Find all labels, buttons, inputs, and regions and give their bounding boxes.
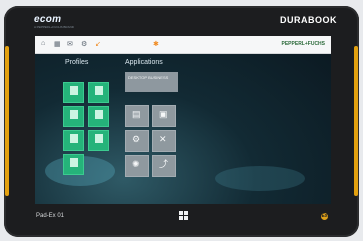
windows-logo-pane xyxy=(179,211,183,215)
profile-tile[interactable] xyxy=(63,154,84,175)
arrow-icon[interactable]: ↙ xyxy=(95,40,101,48)
right-bumper xyxy=(354,46,358,196)
app-tile[interactable]: ▣ xyxy=(152,105,176,127)
gear-icon[interactable]: ⚙ xyxy=(81,40,87,48)
profile-tile[interactable] xyxy=(88,130,109,151)
app-tile[interactable]: ⤴ xyxy=(152,155,176,177)
desktop-business-tile[interactable]: DESKTOP BUSINESS xyxy=(125,72,178,92)
profile-tile[interactable] xyxy=(88,82,109,103)
app-tile[interactable]: ▤ xyxy=(125,105,149,127)
profile-tile[interactable] xyxy=(88,106,109,127)
profile-icon xyxy=(95,86,103,95)
mail-icon[interactable]: ✉ xyxy=(67,40,73,48)
profile-icon xyxy=(70,134,78,143)
profile-tile[interactable] xyxy=(63,82,84,103)
gear-alt-icon: ✺ xyxy=(132,159,140,169)
app-topbar: ⌂ ▦ ✉ ⚙ ↙ ✱ PEPPERL+FUCHS xyxy=(35,36,331,54)
ex-certification-mark: Ex xyxy=(321,213,328,220)
app-tile[interactable]: ✺ xyxy=(125,155,149,177)
profile-tile[interactable] xyxy=(63,130,84,151)
document-icon: ▤ xyxy=(132,109,141,119)
indicator-icon: ✱ xyxy=(153,41,159,48)
profile-tile[interactable] xyxy=(63,106,84,127)
profile-icon xyxy=(70,158,78,167)
windows-logo-pane xyxy=(184,211,188,215)
background-glow xyxy=(215,166,305,191)
app-tile[interactable]: ⚙ xyxy=(125,130,149,152)
model-label: Pad-Ex 01 xyxy=(36,213,65,219)
home-icon[interactable]: ⌂ xyxy=(41,40,45,47)
profile-icon xyxy=(95,134,103,143)
profile-icon xyxy=(95,110,103,119)
applications-title: Applications xyxy=(125,59,163,66)
desktop-business-label: DESKTOP BUSINESS xyxy=(128,75,169,80)
ecom-logo: ecom xyxy=(34,14,62,25)
windows-button[interactable] xyxy=(179,211,189,221)
tablet-device: ecom A PEPPERL+FUCHS BRAND DURABOOK ⌂ ▦ … xyxy=(4,6,359,237)
ecom-logo-subtitle: A PEPPERL+FUCHS BRAND xyxy=(34,25,74,29)
profile-icon xyxy=(70,86,78,95)
app-tile[interactable]: ✕ xyxy=(152,130,176,152)
window-icon: ▣ xyxy=(159,109,168,119)
profile-icon xyxy=(70,110,78,119)
windows-logo-pane xyxy=(179,216,183,220)
tools-icon: ✕ xyxy=(159,134,167,144)
pepperl-fuchs-logo: PEPPERL+FUCHS xyxy=(281,41,325,47)
profiles-title: Profiles xyxy=(65,59,89,66)
gear-icon: ⚙ xyxy=(132,134,141,144)
tablet-screen: ⌂ ▦ ✉ ⚙ ↙ ✱ PEPPERL+FUCHS Profiles Appli… xyxy=(35,36,331,204)
curve-icon: ⤴ xyxy=(159,159,169,169)
windows-logo-pane xyxy=(184,216,188,220)
left-bumper xyxy=(5,46,9,196)
durabook-logo: DURABOOK xyxy=(280,15,337,25)
grid-icon[interactable]: ▦ xyxy=(54,40,61,48)
